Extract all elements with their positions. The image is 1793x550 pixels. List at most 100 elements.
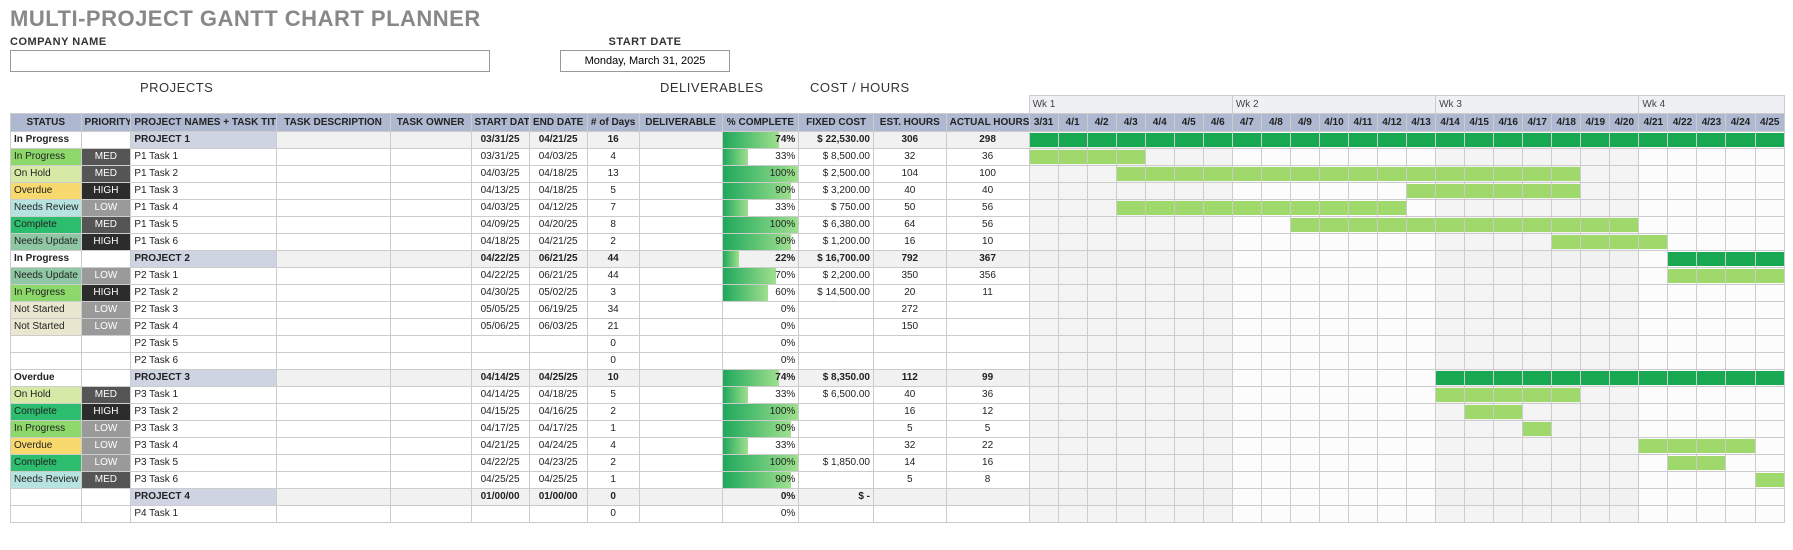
gantt-cell[interactable] xyxy=(1203,319,1232,336)
gantt-cell[interactable] xyxy=(1116,251,1145,268)
gantt-cell[interactable] xyxy=(1407,387,1436,404)
gantt-cell[interactable] xyxy=(1726,353,1755,370)
startdate-cell[interactable]: 04/18/25 xyxy=(471,234,529,251)
name-cell[interactable]: P2 Task 5 xyxy=(131,336,276,353)
gantt-cell[interactable] xyxy=(1145,319,1174,336)
gantt-cell[interactable] xyxy=(1058,336,1087,353)
gantt-cell[interactable] xyxy=(1755,166,1785,183)
gantt-cell[interactable] xyxy=(1087,200,1116,217)
startdate-cell[interactable]: 04/21/25 xyxy=(471,438,529,455)
gantt-cell[interactable] xyxy=(1232,387,1261,404)
acthours-cell[interactable]: 12 xyxy=(946,404,1029,421)
gantt-cell[interactable] xyxy=(1639,132,1668,149)
gantt-cell[interactable] xyxy=(1523,251,1552,268)
gantt-cell[interactable] xyxy=(1232,455,1261,472)
priority-cell[interactable]: LOW xyxy=(81,370,131,387)
gantt-cell[interactable] xyxy=(1581,387,1610,404)
startdate-cell[interactable]: 04/13/25 xyxy=(471,183,529,200)
priority-cell[interactable]: LOW xyxy=(81,319,131,336)
gantt-cell[interactable] xyxy=(1058,404,1087,421)
owner-cell[interactable] xyxy=(390,489,471,506)
enddate-cell[interactable]: 04/18/25 xyxy=(529,387,587,404)
desc-cell[interactable] xyxy=(276,370,390,387)
gantt-cell[interactable] xyxy=(1319,353,1348,370)
gantt-cell[interactable] xyxy=(1668,200,1697,217)
gantt-cell[interactable] xyxy=(1610,319,1639,336)
gantt-cell[interactable] xyxy=(1639,353,1668,370)
gantt-cell[interactable] xyxy=(1319,217,1348,234)
gantt-cell[interactable] xyxy=(1203,217,1232,234)
cost-cell[interactable]: $ 8,500.00 xyxy=(799,149,874,166)
priority-cell[interactable]: LOW xyxy=(81,438,131,455)
gantt-cell[interactable] xyxy=(1174,183,1203,200)
gantt-cell[interactable] xyxy=(1116,489,1145,506)
gantt-cell[interactable] xyxy=(1145,336,1174,353)
gantt-cell[interactable] xyxy=(1116,370,1145,387)
table-row[interactable]: OverdueLOWP3 Task 404/21/2504/24/25433%3… xyxy=(11,438,1785,455)
gantt-cell[interactable] xyxy=(1755,319,1785,336)
gantt-cell[interactable] xyxy=(1581,472,1610,489)
gantt-cell[interactable] xyxy=(1523,302,1552,319)
cost-cell[interactable] xyxy=(799,404,874,421)
gantt-cell[interactable] xyxy=(1581,183,1610,200)
table-row[interactable]: In ProgressLOWP3 Task 304/17/2504/17/251… xyxy=(11,421,1785,438)
gantt-cell[interactable] xyxy=(1523,217,1552,234)
gantt-cell[interactable] xyxy=(1465,268,1494,285)
gantt-cell[interactable] xyxy=(1087,234,1116,251)
gantt-cell[interactable] xyxy=(1494,183,1523,200)
days-cell[interactable]: 44 xyxy=(587,251,639,268)
gantt-cell[interactable] xyxy=(1552,319,1581,336)
enddate-cell[interactable]: 04/20/25 xyxy=(529,217,587,234)
gantt-cell[interactable] xyxy=(1697,166,1726,183)
pct-cell[interactable]: 0% xyxy=(722,506,799,523)
desc-cell[interactable] xyxy=(276,387,390,404)
gantt-cell[interactable] xyxy=(1378,149,1407,166)
gantt-cell[interactable] xyxy=(1319,404,1348,421)
gantt-cell[interactable] xyxy=(1378,472,1407,489)
gantt-cell[interactable] xyxy=(1378,353,1407,370)
gantt-cell[interactable] xyxy=(1261,421,1290,438)
gantt-cell[interactable] xyxy=(1523,472,1552,489)
table-row[interactable]: In ProgressHIGHPROJECT 103/31/2504/21/25… xyxy=(11,132,1785,149)
gantt-cell[interactable] xyxy=(1697,285,1726,302)
table-row[interactable]: P4 Task 100% xyxy=(11,506,1785,523)
gantt-cell[interactable] xyxy=(1348,183,1377,200)
gantt-cell[interactable] xyxy=(1668,285,1697,302)
desc-cell[interactable] xyxy=(276,336,390,353)
gantt-cell[interactable] xyxy=(1639,455,1668,472)
day-header[interactable]: 4/1 xyxy=(1058,114,1087,132)
cost-cell[interactable] xyxy=(799,506,874,523)
gantt-cell[interactable] xyxy=(1610,200,1639,217)
gantt-cell[interactable] xyxy=(1261,132,1290,149)
gantt-cell[interactable] xyxy=(1610,132,1639,149)
gantt-cell[interactable] xyxy=(1668,353,1697,370)
gantt-cell[interactable] xyxy=(1232,268,1261,285)
gantt-cell[interactable] xyxy=(1261,336,1290,353)
day-header[interactable]: 4/11 xyxy=(1348,114,1377,132)
day-header[interactable]: 4/23 xyxy=(1697,114,1726,132)
enddate-cell[interactable]: 01/00/00 xyxy=(529,489,587,506)
gantt-cell[interactable] xyxy=(1726,200,1755,217)
gantt-cell[interactable] xyxy=(1232,370,1261,387)
days-cell[interactable]: 0 xyxy=(587,353,639,370)
gantt-cell[interactable] xyxy=(1290,387,1319,404)
gantt-cell[interactable] xyxy=(1378,166,1407,183)
gantt-cell[interactable] xyxy=(1523,166,1552,183)
pct-cell[interactable]: 33% xyxy=(722,200,799,217)
gantt-cell[interactable] xyxy=(1494,506,1523,523)
gantt-cell[interactable] xyxy=(1261,149,1290,166)
gantt-cell[interactable] xyxy=(1378,404,1407,421)
gantt-cell[interactable] xyxy=(1087,149,1116,166)
gantt-cell[interactable] xyxy=(1174,200,1203,217)
acthours-cell[interactable] xyxy=(946,489,1029,506)
table-row[interactable]: In ProgressMEDPROJECT 204/22/2506/21/254… xyxy=(11,251,1785,268)
table-row[interactable]: Needs UpdateLOWP2 Task 104/22/2506/21/25… xyxy=(11,268,1785,285)
gantt-cell[interactable] xyxy=(1610,455,1639,472)
gantt-cell[interactable] xyxy=(1697,353,1726,370)
cost-cell[interactable] xyxy=(799,472,874,489)
gantt-cell[interactable] xyxy=(1203,421,1232,438)
gantt-cell[interactable] xyxy=(1145,166,1174,183)
table-row[interactable]: CompleteHIGHP3 Task 204/15/2504/16/25210… xyxy=(11,404,1785,421)
gantt-cell[interactable] xyxy=(1610,438,1639,455)
status-cell[interactable]: Overdue xyxy=(11,183,82,200)
